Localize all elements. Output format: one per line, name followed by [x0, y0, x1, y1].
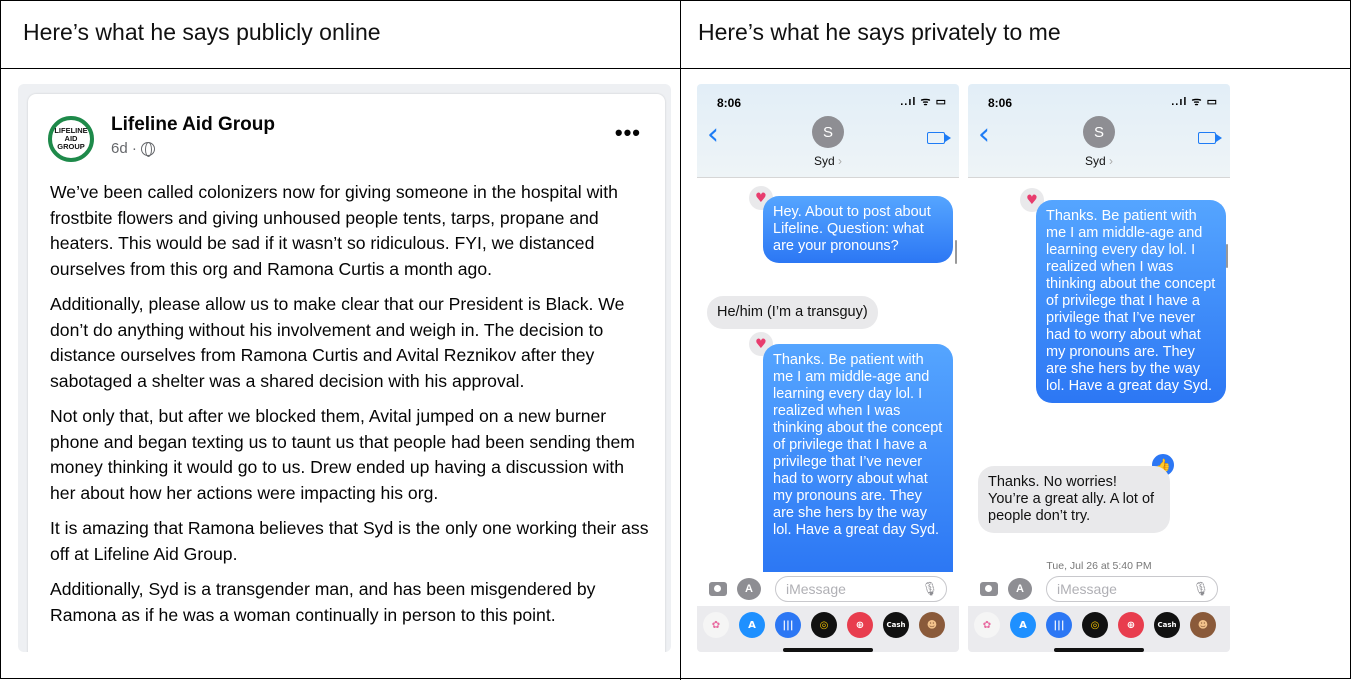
status-time: 8:06: [717, 96, 742, 110]
message-timestamp: Tue, Jul 26 at 5:40 PM: [1046, 560, 1152, 572]
left-column-header: Here’s what he says publicly online: [23, 19, 381, 45]
post-paragraph: Additionally, please allow us to make cl…: [50, 294, 625, 391]
post-paragraph: We’ve been called colonizers now for giv…: [50, 182, 618, 279]
audio-message-icon[interactable]: |||: [775, 612, 801, 638]
org-name-link[interactable]: Lifeline Aid Group: [111, 114, 275, 136]
post-card: LIFELINE AID GROUP Lifeline Aid Group 6d…: [28, 94, 665, 652]
cash-icon[interactable]: Cash: [883, 612, 909, 638]
post-paragraph: It is amazing that Ramona believes that …: [50, 518, 649, 564]
right-column-header: Here’s what he says privately to me: [698, 19, 1061, 45]
imessage-input[interactable]: iMessage 🎙: [775, 576, 947, 602]
apps-button-icon[interactable]: A: [1008, 578, 1032, 600]
sent-message[interactable]: Thanks. Be patient with me I am middle-a…: [763, 344, 953, 574]
home-indicator[interactable]: [1054, 648, 1144, 652]
compose-bar: A iMessage 🎙: [968, 572, 1230, 606]
avatar[interactable]: S: [1083, 116, 1115, 148]
memoji-icon[interactable]: ☻: [1190, 612, 1216, 638]
facetime-video-icon[interactable]: [927, 132, 951, 144]
contact-name[interactable]: Syd ›: [968, 154, 1230, 168]
header-divider: [1, 68, 1351, 69]
scroll-indicator: [955, 240, 957, 264]
app-store-icon[interactable]: A: [739, 612, 765, 638]
facetime-video-icon[interactable]: [1198, 132, 1222, 144]
app-tray: ✿ A ||| ◎ ⊕ Cash ☻: [968, 606, 1230, 652]
sent-message[interactable]: Thanks. Be patient with me I am middle-a…: [1036, 200, 1226, 403]
compose-bar: A iMessage 🎙: [697, 572, 959, 606]
post-body: We’ve been called colonizers now for giv…: [50, 180, 650, 638]
back-chevron-icon[interactable]: ‹: [707, 120, 719, 150]
memoji-icon[interactable]: ☻: [919, 612, 945, 638]
camera-icon[interactable]: [709, 582, 727, 596]
home-indicator[interactable]: [783, 648, 873, 652]
back-chevron-icon[interactable]: ‹: [978, 120, 990, 150]
apps-button-icon[interactable]: A: [737, 578, 761, 600]
post-paragraph: Additionally, Syd is a transgender man, …: [50, 579, 596, 625]
search-images-icon[interactable]: ⊕: [1118, 612, 1144, 638]
avatar[interactable]: S: [812, 116, 844, 148]
facebook-post-screenshot: LIFELINE AID GROUP Lifeline Aid Group 6d…: [18, 84, 671, 652]
post-paragraph: Not only that, but after we blocked them…: [50, 406, 635, 503]
post-age[interactable]: 6d ·: [111, 140, 137, 157]
status-icons: ..ıl ᯤ ▭: [900, 96, 947, 108]
cash-icon[interactable]: Cash: [1154, 612, 1180, 638]
conversation-header: 8:06 ..ıl ᯤ ▭ ‹ S Syd ›: [968, 84, 1230, 178]
status-icons: ..ıl ᯤ ▭: [1171, 96, 1218, 108]
contact-name[interactable]: Syd ›: [697, 154, 959, 168]
post-meta: 6d ·: [111, 140, 155, 157]
column-divider: [680, 1, 681, 680]
imessage-input[interactable]: iMessage 🎙: [1046, 576, 1218, 602]
received-message[interactable]: He/him (I’m a transguy): [707, 296, 878, 329]
photos-app-icon[interactable]: ✿: [703, 612, 729, 638]
status-time: 8:06: [988, 96, 1013, 110]
more-options-icon[interactable]: •••: [615, 120, 641, 146]
app-tray: ✿ A ||| ◎ ⊕ Cash ☻: [697, 606, 959, 652]
scroll-indicator: [1226, 244, 1228, 268]
camera-icon[interactable]: [980, 582, 998, 596]
microphone-icon[interactable]: 🎙: [921, 582, 938, 597]
search-images-icon[interactable]: ⊕: [847, 612, 873, 638]
received-message[interactable]: Thanks. No worries! You’re a great ally.…: [978, 466, 1170, 533]
microphone-icon[interactable]: 🎙: [1192, 582, 1209, 597]
sent-message[interactable]: Hey. About to post about Lifeline. Quest…: [763, 196, 953, 263]
conversation-header: 8:06 ..ıl ᯤ ▭ ‹ S Syd ›: [697, 84, 959, 178]
activity-icon[interactable]: ◎: [811, 612, 837, 638]
org-logo[interactable]: LIFELINE AID GROUP: [48, 116, 94, 162]
activity-icon[interactable]: ◎: [1082, 612, 1108, 638]
photos-app-icon[interactable]: ✿: [974, 612, 1000, 638]
audio-message-icon[interactable]: |||: [1046, 612, 1072, 638]
messages-screenshot-2: 8:06 ..ıl ᯤ ▭ ‹ S Syd › ♥ Thanks. Be pat…: [968, 84, 1230, 652]
messages-screenshot-1: 8:06 ..ıl ᯤ ▭ ‹ S Syd › ♥ Hey. About to …: [697, 84, 959, 652]
public-globe-icon: [140, 141, 155, 157]
app-store-icon[interactable]: A: [1010, 612, 1036, 638]
